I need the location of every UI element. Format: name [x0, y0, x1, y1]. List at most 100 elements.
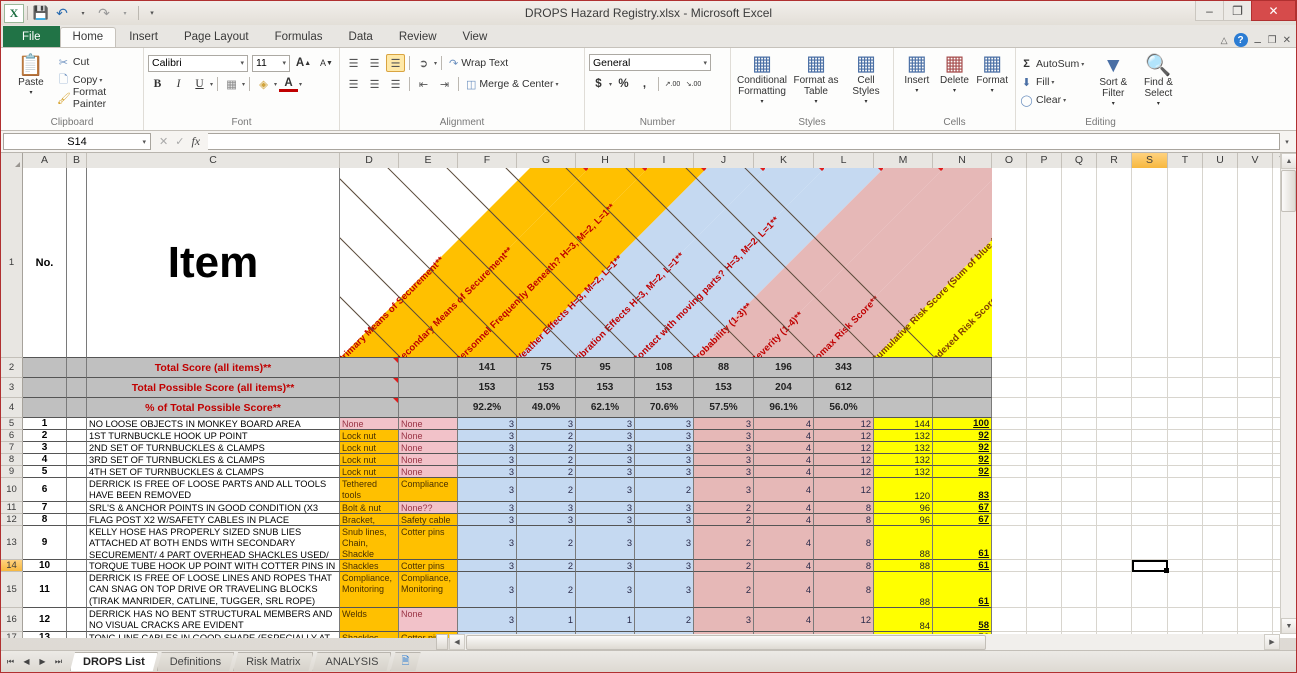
row-number-cell[interactable]: 4: [23, 454, 67, 466]
cell-q9[interactable]: [1062, 466, 1097, 478]
cell-r3[interactable]: [1097, 378, 1132, 398]
summary-l2[interactable]: 343: [814, 358, 874, 378]
grid-body[interactable]: 1 No. Item Primary Means of Securement** Sec…: [1, 168, 1296, 638]
cumulative-risk-score-cell[interactable]: 88: [874, 572, 933, 608]
secondary-securement-cell[interactable]: Cotter pins: [399, 560, 458, 572]
cell-r10[interactable]: [1097, 478, 1132, 502]
cell-q2[interactable]: [1062, 358, 1097, 378]
cell-q12[interactable]: [1062, 514, 1097, 526]
indexed-risk-score-cell[interactable]: 83: [933, 478, 992, 502]
column-header-c[interactable]: C: [87, 153, 340, 168]
cell-s14[interactable]: [1132, 560, 1168, 572]
summary-i3[interactable]: 153: [635, 378, 694, 398]
indexed-risk-score-cell[interactable]: 58: [933, 608, 992, 632]
primary-securement-cell[interactable]: Tethered tools: [340, 478, 399, 502]
cell-r12[interactable]: [1097, 514, 1132, 526]
secondary-securement-cell[interactable]: Safety cable: [399, 514, 458, 526]
cell-p7[interactable]: [1027, 442, 1062, 454]
cell-t13[interactable]: [1168, 526, 1203, 560]
row-number-cell[interactable]: 8: [23, 514, 67, 526]
summary-d3[interactable]: [340, 378, 399, 398]
cell-b5[interactable]: [67, 418, 87, 430]
secondary-securement-cell[interactable]: None: [399, 454, 458, 466]
insert-function-icon[interactable]: fx: [191, 134, 200, 149]
cell-s4[interactable]: [1132, 398, 1168, 418]
doc-minimize-icon[interactable]: ⚊: [1254, 35, 1262, 46]
cell-v6[interactable]: [1238, 430, 1273, 442]
score-cell-k[interactable]: 4: [754, 572, 814, 608]
cell-s7[interactable]: [1132, 442, 1168, 454]
cumulative-risk-score-cell[interactable]: 132: [874, 466, 933, 478]
score-cell-l[interactable]: 12: [814, 608, 874, 632]
score-cell-i[interactable]: 3: [635, 560, 694, 572]
item-description-cell[interactable]: 1ST TURNBUCKLE HOOK UP POINT: [87, 430, 340, 442]
score-cell-g[interactable]: 3: [517, 514, 576, 526]
paste-button[interactable]: 📋 Paste ▾: [5, 50, 57, 99]
cell-s3[interactable]: [1132, 378, 1168, 398]
cell-b17[interactable]: [67, 632, 87, 638]
orientation-button[interactable]: ➲: [414, 54, 433, 72]
summary-g4[interactable]: 49.0%: [517, 398, 576, 418]
cell-p1[interactable]: [1027, 168, 1062, 358]
cell-r2[interactable]: [1097, 358, 1132, 378]
cell-s1[interactable]: [1132, 168, 1168, 358]
cell-o4[interactable]: [992, 398, 1027, 418]
cell-q13[interactable]: [1062, 526, 1097, 560]
secondary-securement-cell[interactable]: Compliance, Monitoring: [399, 572, 458, 608]
row-header-14[interactable]: 14: [1, 560, 23, 572]
summary-e4[interactable]: [399, 398, 458, 418]
cell-o3[interactable]: [992, 378, 1027, 398]
item-description-cell[interactable]: TONG LINE CABLES IN GOOD SHAPE (ESPECIAL…: [87, 632, 340, 638]
score-cell-j[interactable]: 3: [694, 430, 754, 442]
cell-b14[interactable]: [67, 560, 87, 572]
score-cell-j[interactable]: 2: [694, 502, 754, 514]
cell-r14[interactable]: [1097, 560, 1132, 572]
cell-t4[interactable]: [1168, 398, 1203, 418]
secondary-securement-cell[interactable]: None: [399, 418, 458, 430]
tab-data[interactable]: Data: [336, 27, 386, 47]
cell-v10[interactable]: [1238, 478, 1273, 502]
vertical-scrollbar[interactable]: ▲ ▼: [1280, 153, 1296, 634]
sheet-tab-analysis[interactable]: ANALYSIS: [312, 652, 391, 671]
indexed-risk-score-cell[interactable]: 92: [933, 430, 992, 442]
row-header-1[interactable]: 1: [1, 168, 23, 358]
item-description-cell[interactable]: KELLY HOSE HAS PROPERLY SIZED SNUB LIES …: [87, 526, 340, 560]
score-cell-g[interactable]: 3: [517, 502, 576, 514]
redo-icon[interactable]: ↷: [94, 4, 114, 23]
cell-q16[interactable]: [1062, 608, 1097, 632]
cell-s10[interactable]: [1132, 478, 1168, 502]
undo-icon[interactable]: ↶: [52, 4, 72, 23]
cell-u5[interactable]: [1203, 418, 1238, 430]
cell-r15[interactable]: [1097, 572, 1132, 608]
score-cell-g[interactable]: 2: [517, 560, 576, 572]
primary-securement-cell[interactable]: Bolt & nut: [340, 502, 399, 514]
wrap-text-button[interactable]: ↷ Wrap Text: [446, 54, 511, 72]
cell-b16[interactable]: [67, 608, 87, 632]
cell-b12[interactable]: [67, 514, 87, 526]
cell-t2[interactable]: [1168, 358, 1203, 378]
score-cell-l[interactable]: 8: [814, 572, 874, 608]
chevron-down-icon[interactable]: ▾: [282, 59, 286, 67]
quick-access-toolbar[interactable]: X 💾 ↶ ▾ ↷ ▾ ▾: [1, 3, 162, 23]
cell-t8[interactable]: [1168, 454, 1203, 466]
merge-dropdown-icon[interactable]: ▾: [556, 81, 559, 88]
cell-p11[interactable]: [1027, 502, 1062, 514]
score-cell-j[interactable]: 2: [694, 514, 754, 526]
cumulative-risk-score-cell[interactable]: 96: [874, 514, 933, 526]
cell-u9[interactable]: [1203, 466, 1238, 478]
vertical-scroll-thumb[interactable]: [1281, 170, 1296, 212]
copy-dropdown-icon[interactable]: ▾: [99, 77, 102, 84]
primary-securement-cell[interactable]: Lock nut: [340, 442, 399, 454]
column-header-p[interactable]: P: [1027, 153, 1062, 168]
score-cell-l[interactable]: 12: [814, 466, 874, 478]
cell-b7[interactable]: [67, 442, 87, 454]
format-as-table-button[interactable]: ▦ Format as Table ▾: [790, 50, 842, 108]
font-size-combobox[interactable]: 11 ▾: [252, 54, 290, 72]
score-cell-l[interactable]: 8: [814, 514, 874, 526]
cell-t11[interactable]: [1168, 502, 1203, 514]
cell-u13[interactable]: [1203, 526, 1238, 560]
comma-format-button[interactable]: ,: [635, 75, 654, 93]
chevron-down-icon[interactable]: ▾: [814, 97, 817, 108]
font-color-button[interactable]: A: [279, 76, 299, 92]
score-cell-j[interactable]: 2: [694, 526, 754, 560]
